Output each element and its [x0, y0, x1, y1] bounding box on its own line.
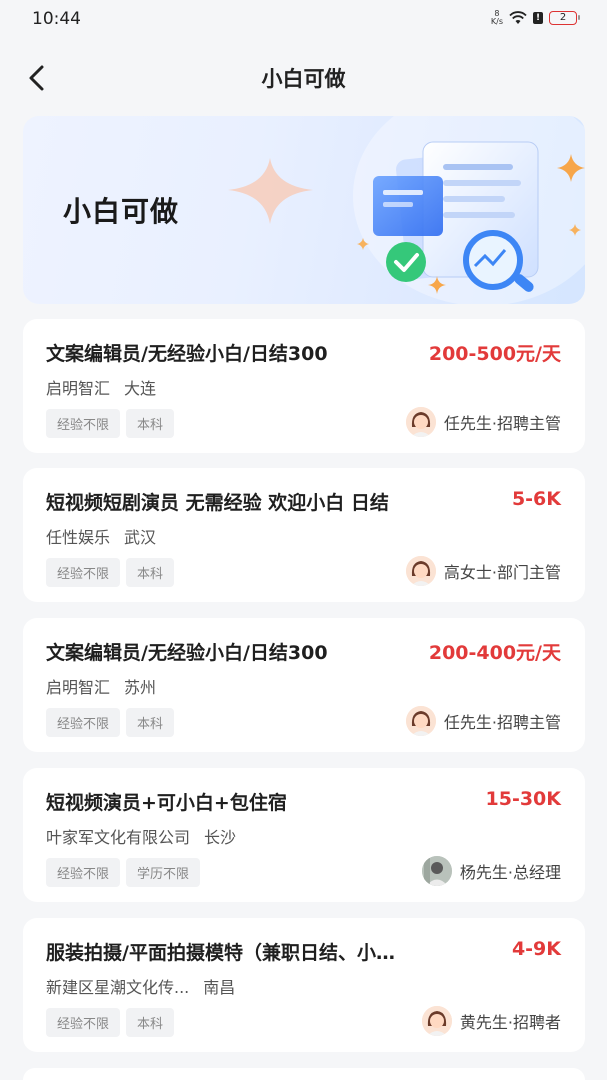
page-title: 小白可做	[261, 67, 346, 91]
job-title: 服装拍摄/平面拍摄模特（兼职日结、小…	[46, 942, 395, 964]
recruiter: 杨先生·总经理	[421, 856, 561, 886]
job-city: 大连	[124, 379, 157, 398]
status-icons: 8 K/s ! 2	[490, 9, 580, 26]
job-card-partial[interactable]	[23, 1068, 585, 1080]
job-city: 苏州	[124, 678, 157, 697]
job-card[interactable]: 服装拍摄/平面拍摄模特（兼职日结、小… 4-9K 新建区星潮文化传... 南昌 经…	[23, 918, 585, 1052]
nav-bar: 小白可做	[0, 50, 607, 106]
job-title: 文案编辑员/无经验小白/日结300	[46, 642, 328, 664]
job-salary: 4-9K	[511, 938, 561, 960]
tag-experience: 经验不限	[46, 708, 121, 737]
tag-education: 本科	[126, 558, 175, 587]
job-salary: 15-30K	[485, 788, 562, 810]
recruiter: 任先生·招聘主管	[405, 706, 561, 736]
company-info: 任性娱乐 武汉	[46, 524, 170, 548]
female-avatar-icon	[405, 556, 436, 586]
recruiter-name: 任先生·招聘主管	[443, 414, 561, 433]
banner-title: 小白可做	[63, 195, 180, 228]
female-avatar-icon	[421, 1006, 452, 1036]
company-info: 启明智汇 大连	[46, 375, 170, 399]
job-tags: 经验不限 本科	[46, 1008, 175, 1037]
recruiter-name: 黄先生·招聘者	[459, 1013, 561, 1032]
job-title: 短视频短剧演员 无需经验 欢迎小白 日结	[46, 492, 389, 514]
alert-icon: !	[533, 12, 543, 24]
tag-education: 本科	[126, 1008, 175, 1037]
job-tags: 经验不限 学历不限	[46, 858, 201, 887]
job-salary: 200-500元/天	[428, 343, 561, 365]
job-title: 短视频演员+可小白+包住宿	[46, 792, 287, 814]
job-tags: 经验不限 本科	[46, 708, 175, 737]
job-city: 长沙	[204, 828, 237, 847]
company-info: 叶家军文化有限公司 长沙	[46, 824, 250, 848]
job-salary: 200-400元/天	[428, 642, 561, 664]
company-name: 启明智汇	[46, 678, 111, 697]
job-card[interactable]: 文案编辑员/无经验小白/日结300 200-400元/天 启明智汇 苏州 经验不限…	[23, 618, 585, 752]
company-info: 新建区星潮文化传... 南昌	[46, 974, 249, 998]
job-city: 武汉	[124, 528, 157, 547]
tag-experience: 经验不限	[46, 409, 121, 438]
recruiter-name: 任先生·招聘主管	[443, 713, 561, 732]
tag-education: 本科	[126, 708, 175, 737]
job-card[interactable]: 短视频短剧演员 无需经验 欢迎小白 日结 5-6K 任性娱乐 武汉 经验不限 本科…	[23, 468, 585, 602]
recruiter-name: 杨先生·总经理	[459, 863, 561, 882]
recruiter: 任先生·招聘主管	[405, 407, 561, 437]
company-name: 叶家军文化有限公司	[46, 828, 191, 847]
tag-experience: 经验不限	[46, 558, 121, 587]
female-avatar-icon	[405, 407, 436, 437]
tag-experience: 经验不限	[46, 858, 121, 887]
tag-experience: 经验不限	[46, 1008, 121, 1037]
job-tags: 经验不限 本科	[46, 409, 175, 438]
company-info: 启明智汇 苏州	[46, 674, 170, 698]
company-name: 新建区星潮文化传...	[46, 978, 190, 997]
job-title: 文案编辑员/无经验小白/日结300	[46, 343, 328, 365]
banner: 小白可做	[23, 116, 585, 304]
recruiter: 黄先生·招聘者	[421, 1006, 561, 1036]
male-avatar-icon	[421, 856, 452, 886]
company-name: 启明智汇	[46, 379, 111, 398]
tag-education: 本科	[126, 409, 175, 438]
job-card[interactable]: 文案编辑员/无经验小白/日结300 200-500元/天 启明智汇 大连 经验不限…	[23, 319, 585, 453]
company-name: 任性娱乐	[46, 528, 111, 547]
job-card[interactable]: 短视频演员+可小白+包住宿 15-30K 叶家军文化有限公司 长沙 经验不限 学历…	[23, 768, 585, 902]
status-time: 10:44	[32, 9, 81, 29]
job-tags: 经验不限 本科	[46, 558, 175, 587]
status-bar: 10:44 8 K/s ! 2	[0, 0, 607, 40]
battery-icon: 2	[549, 11, 580, 25]
wifi-icon	[509, 11, 527, 24]
recruiter-name: 高女士·部门主管	[443, 563, 561, 582]
network-speed: 8 K/s	[490, 9, 503, 26]
female-avatar-icon	[405, 706, 436, 736]
job-salary: 5-6K	[511, 488, 561, 510]
recruiter: 高女士·部门主管	[405, 556, 561, 586]
job-city: 南昌	[203, 978, 236, 997]
tag-education: 学历不限	[126, 858, 201, 887]
